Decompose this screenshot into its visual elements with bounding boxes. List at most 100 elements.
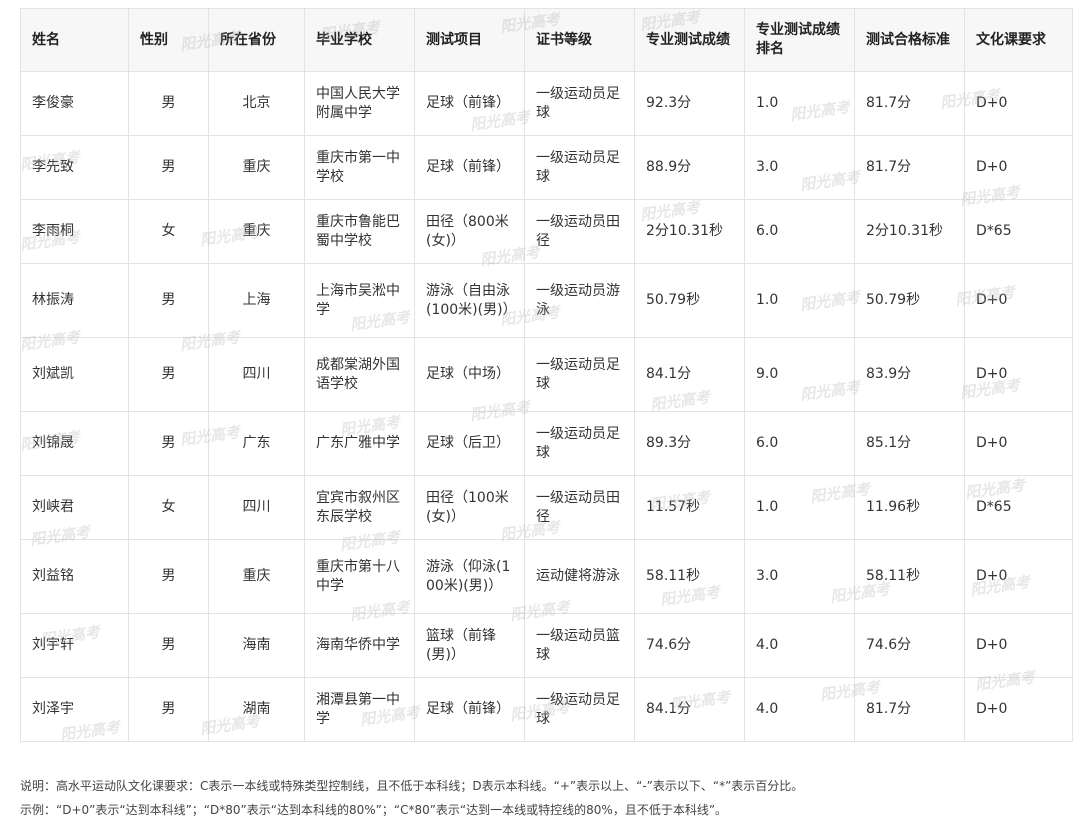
cell-test-score: 84.1分 [634,677,745,742]
cell-certificate: 一级运动员足球 [524,135,635,200]
header-pass-standard: 测试合格标准 [854,8,965,72]
cell-test-score: 84.1分 [634,337,745,412]
table-header: 姓名 性别 所在省份 毕业学校 测试项目 证书等级 专业测试成绩 专业测试成绩排名 测试合格标准… [20,8,1073,72]
cell-certificate: 一级运动员田径 [524,475,635,540]
cell-test-item: 田径（100米(女)） [414,475,525,540]
cell-name: 李俊豪 [20,71,129,136]
cell-test-item: 游泳（仰泳(100米)(男)） [414,539,525,614]
header-culture-requirement: 文化课要求 [964,8,1073,72]
cell-gender: 女 [128,475,209,540]
header-gender: 性别 [128,8,209,72]
cell-culture-requirement: D+0 [964,613,1073,678]
cell-school: 海南华侨中学 [304,613,415,678]
cell-province: 重庆 [208,539,305,614]
cell-score-rank: 4.0 [744,677,855,742]
cell-test-score: 74.6分 [634,613,745,678]
cell-gender: 男 [128,539,209,614]
cell-gender: 男 [128,411,209,476]
cell-name: 李先致 [20,135,129,200]
cell-culture-requirement: D+0 [964,411,1073,476]
cell-gender: 男 [128,613,209,678]
cell-culture-requirement: D+0 [964,71,1073,136]
cell-culture-requirement: D*65 [964,475,1073,540]
cell-certificate: 一级运动员足球 [524,677,635,742]
cell-culture-requirement: D+0 [964,677,1073,742]
header-test-score: 专业测试成绩 [634,8,745,72]
header-row: 姓名 性别 所在省份 毕业学校 测试项目 证书等级 专业测试成绩 专业测试成绩排名 测试合格标准… [20,8,1073,72]
cell-culture-requirement: D+0 [964,539,1073,614]
cell-school: 上海市吴淞中学 [304,263,415,338]
cell-pass-standard: 85.1分 [854,411,965,476]
cell-gender: 男 [128,263,209,338]
cell-culture-requirement: D+0 [964,337,1073,412]
cell-gender: 女 [128,199,209,264]
cell-test-score: 2分10.31秒 [634,199,745,264]
cell-test-score: 88.9分 [634,135,745,200]
cell-name: 刘斌凯 [20,337,129,412]
cell-gender: 男 [128,677,209,742]
table-row: 李雨桐女重庆 重庆市鲁能巴蜀中学校 田径（800米(女)） 一级运动员田径 2分10.3… [20,199,1073,264]
cell-pass-standard: 50.79秒 [854,263,965,338]
cell-pass-standard: 81.7分 [854,71,965,136]
cell-score-rank: 1.0 [744,475,855,540]
cell-name: 刘锦晟 [20,411,129,476]
cell-test-item: 足球（前锋） [414,135,525,200]
athlete-table: 姓名 性别 所在省份 毕业学校 测试项目 证书等级 专业测试成绩 专业测试成绩排名 测试合格标准… [20,8,1073,742]
cell-gender: 男 [128,71,209,136]
cell-school: 重庆市鲁能巴蜀中学校 [304,199,415,264]
table-row: 刘锦晟男广东 广东广雅中学 足球（后卫） 一级运动员足球 89.3分 6.0 85.1分 D+… [20,411,1073,476]
cell-test-item: 田径（800米(女)） [414,199,525,264]
header-school: 毕业学校 [304,8,415,72]
cell-pass-standard: 81.7分 [854,677,965,742]
cell-name: 李雨桐 [20,199,129,264]
cell-name: 刘宇轩 [20,613,129,678]
cell-pass-standard: 58.11秒 [854,539,965,614]
cell-province: 四川 [208,337,305,412]
notes: 说明：高水平运动队文化课要求：C表示一本线或特殊类型控制线，且不低于本科线；D表… [20,774,1070,822]
cell-name: 刘峡君 [20,475,129,540]
cell-name: 刘泽宇 [20,677,129,742]
table-row: 刘泽宇男湖南 湘潭县第一中学 足球（前锋） 一级运动员足球 84.1分 4.0 81.7分 D… [20,677,1073,742]
note-example: 示例：“D+0”表示“达到本科线”；“D*80”表示“达到本科线的80%”；“C… [20,803,728,817]
cell-test-score: 58.11秒 [634,539,745,614]
cell-name: 刘益铭 [20,539,129,614]
cell-school: 成都棠湖外国语学校 [304,337,415,412]
header-province: 所在省份 [208,8,305,72]
cell-certificate: 一级运动员足球 [524,337,635,412]
cell-school: 广东广雅中学 [304,411,415,476]
cell-province: 上海 [208,263,305,338]
table-body: 李俊豪男北京 中国人民大学附属中学 足球（前锋） 一级运动员足球 92.3分 1.0 81.… [20,71,1073,742]
cell-score-rank: 4.0 [744,613,855,678]
cell-province: 广东 [208,411,305,476]
cell-test-score: 50.79秒 [634,263,745,338]
cell-school: 湘潭县第一中学 [304,677,415,742]
cell-culture-requirement: D+0 [964,263,1073,338]
cell-score-rank: 3.0 [744,539,855,614]
cell-province: 重庆 [208,135,305,200]
cell-culture-requirement: D*65 [964,199,1073,264]
cell-province: 四川 [208,475,305,540]
cell-test-score: 11.57秒 [634,475,745,540]
cell-test-item: 游泳（自由泳(100米)(男)） [414,263,525,338]
cell-score-rank: 1.0 [744,71,855,136]
cell-test-item: 足球（后卫） [414,411,525,476]
cell-school: 中国人民大学附属中学 [304,71,415,136]
cell-pass-standard: 83.9分 [854,337,965,412]
cell-province: 重庆 [208,199,305,264]
cell-score-rank: 6.0 [744,199,855,264]
cell-test-item: 足球（前锋） [414,71,525,136]
cell-name: 林振涛 [20,263,129,338]
table-row: 刘峡君女四川 宜宾市叙州区东辰学校 田径（100米(女)） 一级运动员田径 11.57秒… [20,475,1073,540]
note-explanation: 说明：高水平运动队文化课要求：C表示一本线或特殊类型控制线，且不低于本科线；D表… [20,779,804,793]
cell-pass-standard: 11.96秒 [854,475,965,540]
cell-school: 重庆市第十八中学 [304,539,415,614]
table-row: 李先致男重庆 重庆市第一中学校 足球（前锋） 一级运动员足球 88.9分 3.0 81.7分… [20,135,1073,200]
cell-certificate: 一级运动员足球 [524,71,635,136]
cell-test-item: 篮球（前锋(男)） [414,613,525,678]
cell-certificate: 运动健将游泳 [524,539,635,614]
cell-province: 海南 [208,613,305,678]
header-name: 姓名 [20,8,129,72]
cell-score-rank: 6.0 [744,411,855,476]
cell-gender: 男 [128,135,209,200]
cell-gender: 男 [128,337,209,412]
